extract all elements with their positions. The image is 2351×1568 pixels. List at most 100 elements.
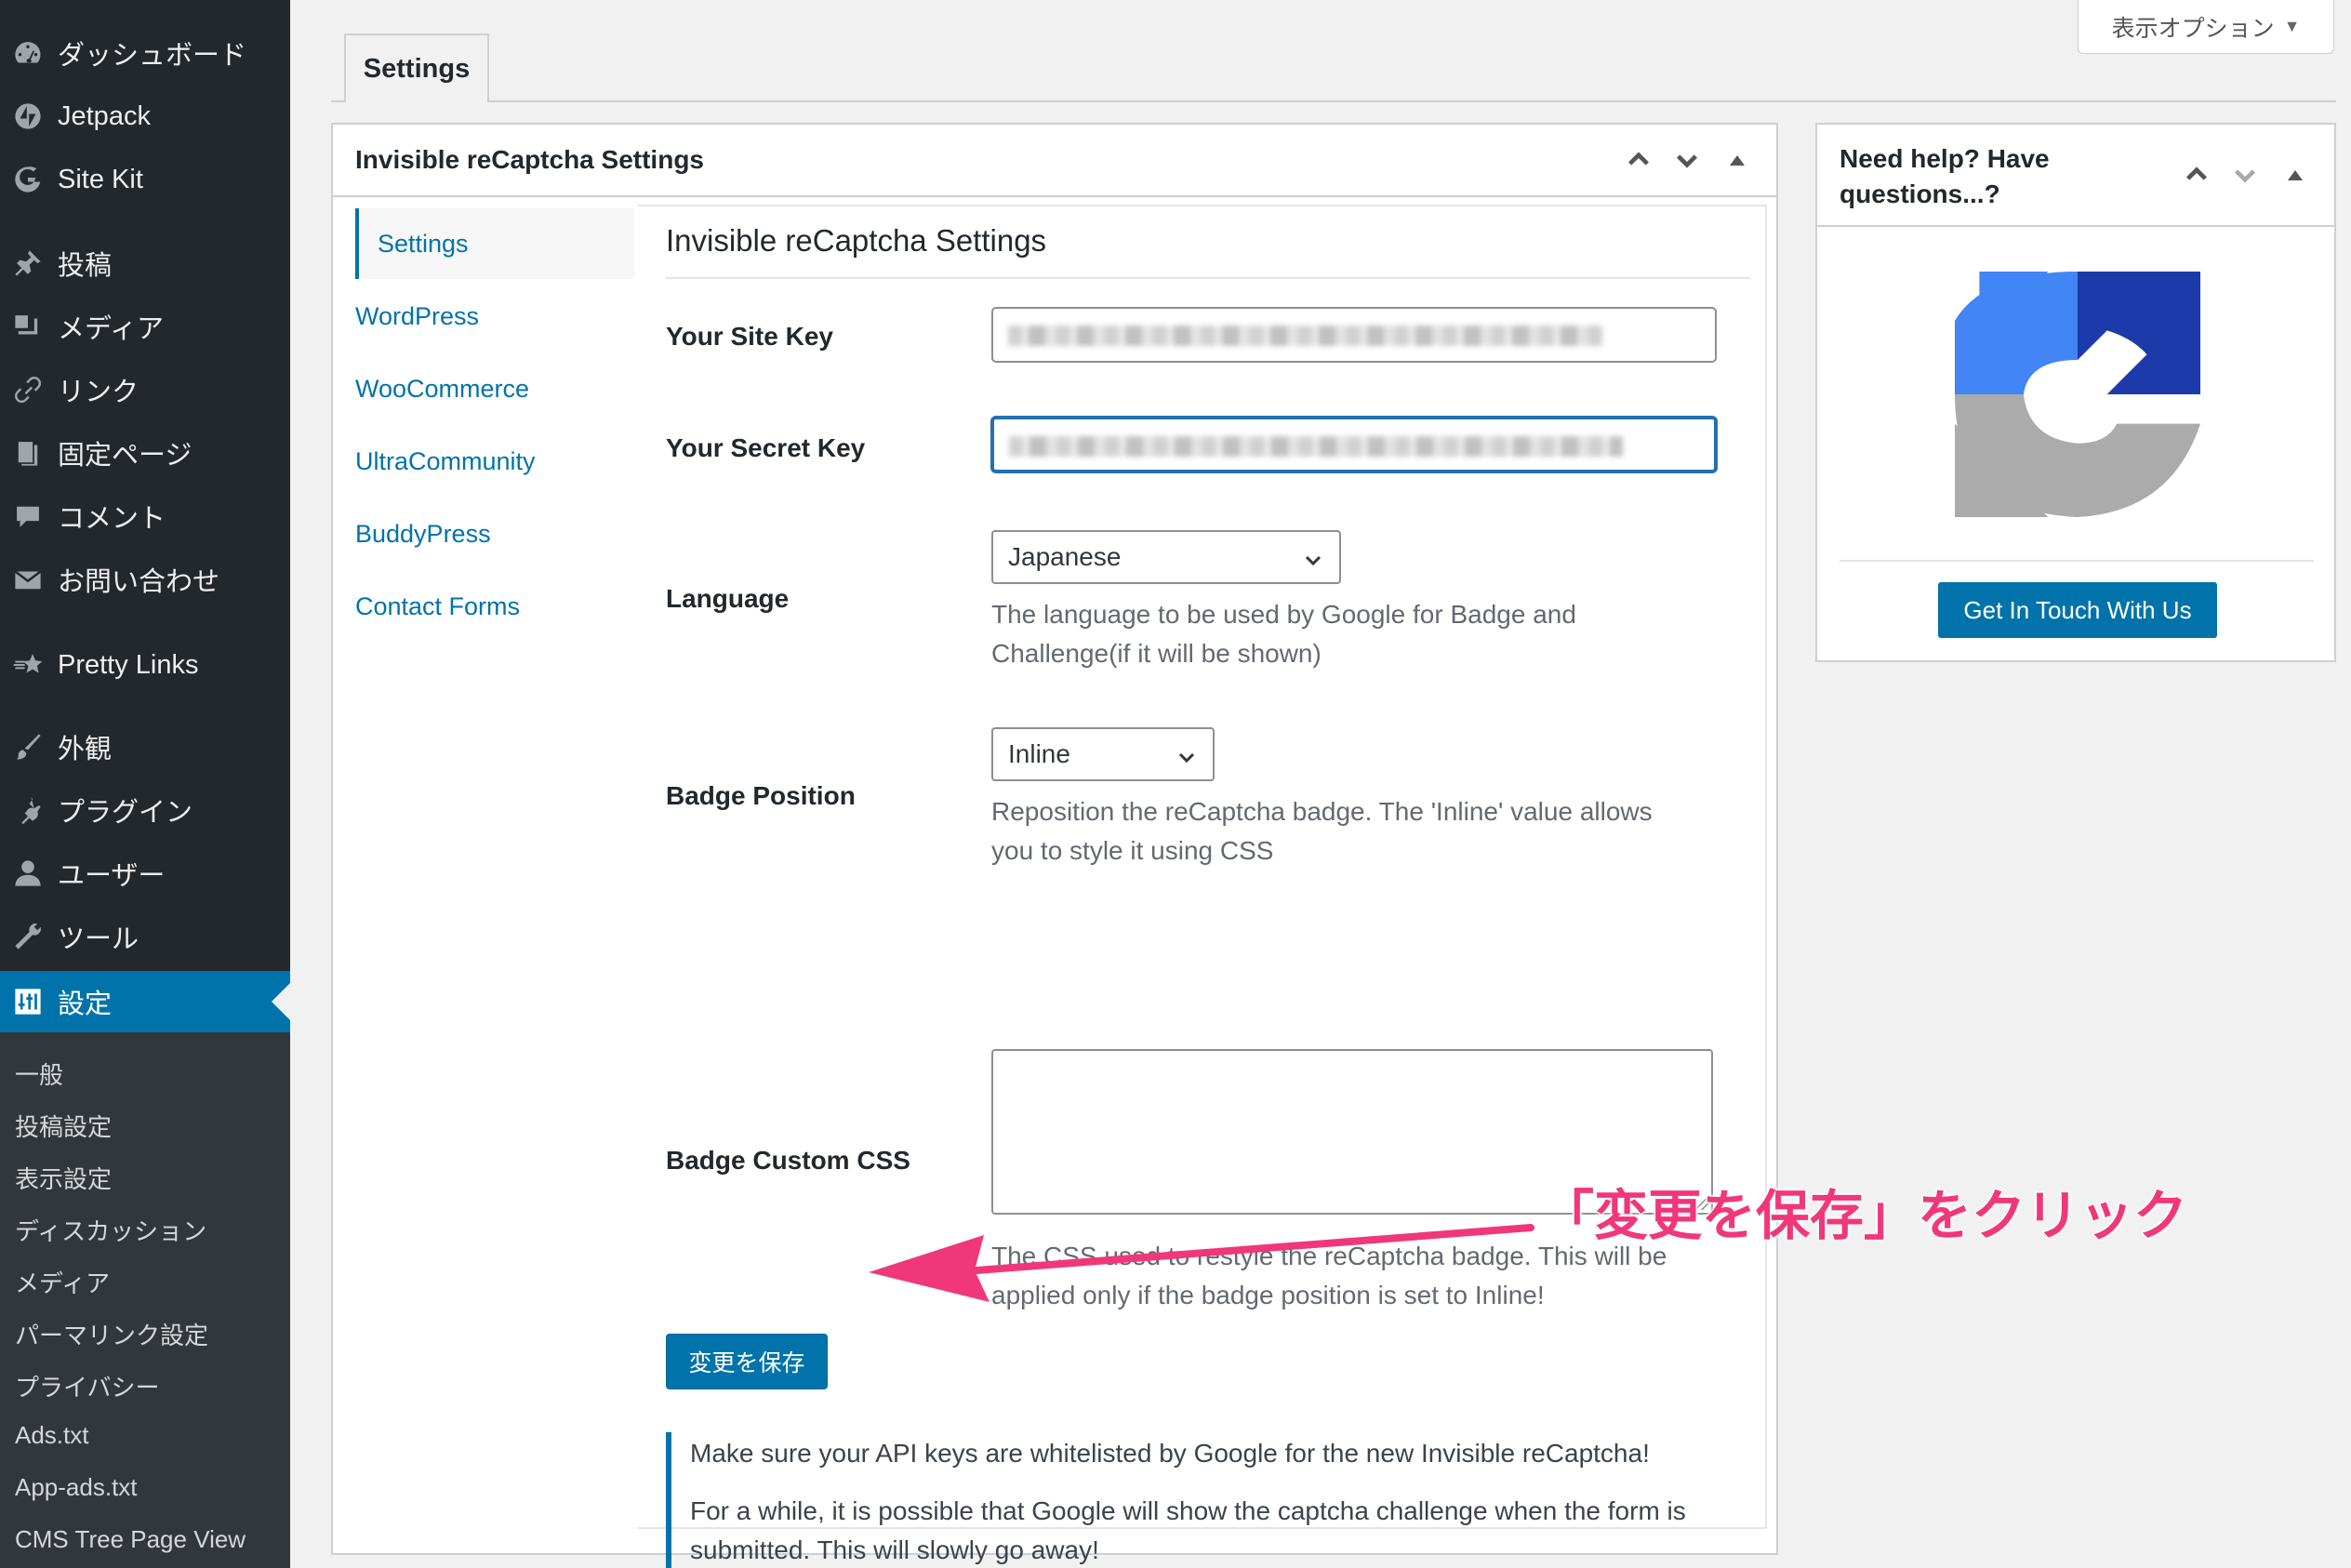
nav-tab-woocommerce[interactable]: WooCommerce <box>355 353 634 424</box>
tab-divider <box>331 100 2336 102</box>
tab-settings[interactable]: Settings <box>344 33 489 102</box>
nav-tab-settings[interactable]: Settings <box>355 208 634 279</box>
menu-links[interactable]: リンク <box>0 361 290 419</box>
notice-line-2: For a while, it is possible that Google … <box>690 1496 1686 1564</box>
submenu-privacy[interactable]: プライバシー <box>15 1369 159 1403</box>
screen-options-button[interactable]: 表示オプション ▼ <box>2078 0 2334 54</box>
submenu-media[interactable]: メディア <box>15 1265 110 1299</box>
submenu-permalinks[interactable]: パーマリンク設定 <box>15 1317 208 1351</box>
menu-label: Pretty Links <box>58 649 199 680</box>
badge-position-select[interactable]: Inline <box>991 727 1215 781</box>
help-header-divider <box>1817 225 2334 227</box>
collapse-toggle-icon[interactable] <box>1730 154 1745 166</box>
menu-label: コメント <box>58 504 166 534</box>
menu-plugins[interactable]: プラグイン <box>0 781 290 839</box>
submenu-writing[interactable]: 投稿設定 <box>15 1109 112 1143</box>
menu-label: ダッシュボード <box>58 41 247 71</box>
menu-tools[interactable]: ツール <box>0 908 290 965</box>
comment-icon <box>11 499 45 533</box>
caret-down-icon: ▼ <box>2283 17 2301 35</box>
language-selected-value: Japanese <box>1008 542 1122 571</box>
wrench-icon <box>11 920 45 953</box>
metabox-title: Invisible reCaptcha Settings <box>355 145 704 174</box>
dashboard-icon <box>11 36 45 70</box>
help-divider <box>1840 560 2314 562</box>
pin-icon <box>11 246 45 280</box>
submenu-reading[interactable]: 表示設定 <box>15 1161 112 1195</box>
metabox-header: Invisible reCaptcha Settings <box>333 125 1776 197</box>
chevron-up-icon[interactable] <box>1624 145 1654 175</box>
user-icon <box>11 857 45 890</box>
help-metabox-controls <box>2182 160 2303 190</box>
notice-line-1: Make sure your API keys are whitelisted … <box>690 1439 1650 1468</box>
submenu-app-ads-txt[interactable]: App-ads.txt <box>15 1473 138 1502</box>
settings-icon <box>11 985 45 1018</box>
nav-tab-wordpress[interactable]: WordPress <box>355 281 634 352</box>
menu-label: メディア <box>58 314 164 344</box>
nav-tab-buddypress[interactable]: BuddyPress <box>355 498 634 569</box>
recaptcha-logo-icon <box>1955 272 2200 517</box>
menu-pretty-links[interactable]: Pretty Links <box>0 636 290 694</box>
admin-sidebar: ダッシュボード Jetpack Site Kit 投稿 メディア リンク 固定ペ… <box>0 0 290 1568</box>
help-title: Need help? Have questions...? <box>1840 144 2050 208</box>
menu-media[interactable]: メディア <box>0 298 290 355</box>
submenu-ads-txt[interactable]: Ads.txt <box>15 1421 88 1450</box>
menu-posts[interactable]: 投稿 <box>0 234 290 292</box>
settings-submenu: 一般 投稿設定 表示設定 ディスカッション メディア パーマリンク設定 プライバ… <box>0 1032 290 1568</box>
chevron-down-icon <box>1178 752 1195 764</box>
media-icon <box>11 310 45 343</box>
menu-label: お問い合わせ <box>58 567 220 597</box>
menu-pages[interactable]: 固定ページ <box>0 424 290 482</box>
badge-position-label: Badge Position <box>666 781 856 810</box>
active-indicator <box>272 983 290 1020</box>
redacted-value <box>1009 436 1623 457</box>
save-button[interactable]: 変更を保存 <box>666 1334 828 1389</box>
menu-label: 設定 <box>58 990 113 1019</box>
menu-jetpack[interactable]: Jetpack <box>0 87 290 145</box>
star-icon <box>11 648 45 682</box>
language-select[interactable]: Japanese <box>991 530 1341 584</box>
menu-site-kit[interactable]: Site Kit <box>0 151 290 208</box>
submenu-cms-tree[interactable]: CMS Tree Page View <box>15 1525 246 1554</box>
language-description: The language to be used by Google for Ba… <box>991 600 1576 668</box>
menu-label: 外観 <box>58 735 113 764</box>
menu-label: 投稿 <box>58 251 113 281</box>
submenu-discussion[interactable]: ディスカッション <box>15 1213 206 1247</box>
annotation-text: 「変更を保存」をクリック <box>1539 1185 2188 1247</box>
get-in-touch-button[interactable]: Get In Touch With Us <box>1938 582 2217 638</box>
chevron-up-icon[interactable] <box>2182 160 2212 190</box>
badge-position-selected-value: Inline <box>1008 739 1070 768</box>
menu-appearance[interactable]: 外観 <box>0 718 290 776</box>
plugin-icon <box>11 793 45 827</box>
nav-tab-contact-forms[interactable]: Contact Forms <box>355 571 634 642</box>
site-key-input[interactable] <box>991 307 1717 363</box>
brush-icon <box>11 730 45 764</box>
info-notice: Make sure your API keys are whitelisted … <box>666 1432 1750 1568</box>
google-g-icon <box>11 163 45 196</box>
metabox-controls <box>1624 145 1745 175</box>
collapse-toggle-icon[interactable] <box>2288 169 2303 180</box>
menu-users[interactable]: ユーザー <box>0 844 290 902</box>
nav-tab-ultracommunity[interactable]: UltraCommunity <box>355 426 634 497</box>
menu-dashboard[interactable]: ダッシュボード <box>0 24 290 82</box>
chevron-down-icon[interactable] <box>2230 160 2260 190</box>
menu-label: 固定ページ <box>58 441 193 471</box>
menu-label: ツール <box>58 924 139 954</box>
jetpack-icon <box>11 100 45 133</box>
language-label: Language <box>666 584 790 613</box>
menu-comments[interactable]: コメント <box>0 487 290 545</box>
redacted-value <box>1008 326 1603 346</box>
content-divider <box>666 277 1750 279</box>
mail-icon <box>11 563 45 596</box>
submenu-general[interactable]: 一般 <box>15 1056 63 1091</box>
chevron-down-icon[interactable] <box>1672 145 1702 175</box>
page-icon <box>11 436 45 470</box>
menu-contact[interactable]: お問い合わせ <box>0 551 290 608</box>
menu-label: プラグイン <box>58 798 193 828</box>
menu-settings[interactable]: 設定 <box>0 971 290 1032</box>
link-icon <box>11 373 45 406</box>
secret-key-input[interactable] <box>991 417 1717 472</box>
menu-label: Site Kit <box>58 164 143 194</box>
settings-content: Invisible reCaptcha Settings Your Site K… <box>638 205 1767 1568</box>
chevron-down-icon <box>1305 555 1322 566</box>
